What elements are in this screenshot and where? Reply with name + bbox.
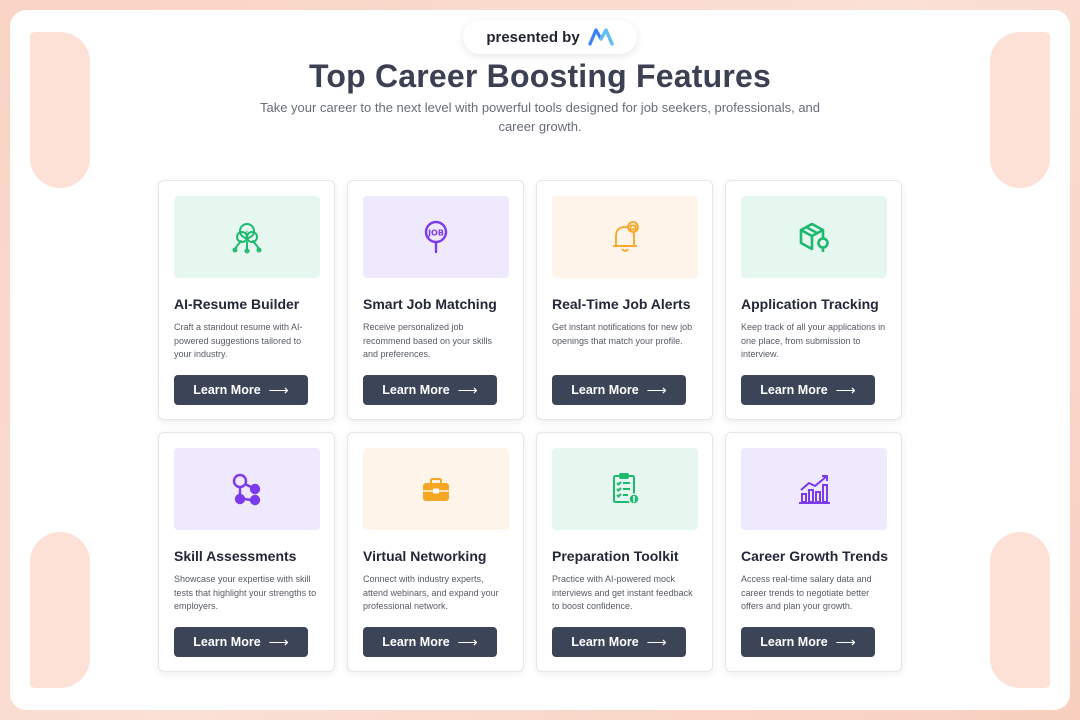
learn-more-button[interactable]: Learn More ⟶	[741, 627, 875, 657]
card-title: Career Growth Trends	[741, 548, 889, 564]
card-description: Craft a standout resume with AI-powered …	[174, 322, 303, 359]
arrow-right-icon: ⟶	[646, 634, 667, 650]
presented-by-label: presented by	[486, 28, 580, 46]
button-label: Learn More	[571, 383, 639, 397]
feature-card-skill-assessments: Skill Assessments Showcase your expertis…	[158, 432, 335, 672]
presented-by-badge[interactable]: presented by	[463, 20, 637, 54]
card-title: Smart Job Matching	[363, 296, 497, 312]
learn-more-button[interactable]: Learn More ⟶	[363, 375, 497, 405]
feature-card-career-growth-trends: Career Growth Trends Access real-time sa…	[725, 432, 902, 672]
decor-blob	[990, 32, 1050, 188]
card-description: Access real-time salary data and career …	[741, 574, 872, 611]
clipboard-checklist-icon	[613, 473, 640, 505]
arrow-right-icon: ⟶	[646, 382, 667, 398]
feature-card-virtual-networking: Virtual Networking Connect with industry…	[347, 432, 524, 672]
arrow-right-icon: ⟶	[268, 634, 289, 650]
card-media	[741, 196, 887, 278]
network-nodes-icon	[232, 473, 261, 506]
card-title: Real-Time Job Alerts	[552, 296, 691, 312]
package-tracking-icon	[799, 222, 829, 252]
card-media	[363, 448, 509, 530]
decor-blob	[990, 532, 1050, 688]
brand-logo-icon	[588, 28, 614, 46]
learn-more-button[interactable]: Learn More ⟶	[552, 627, 686, 657]
card-title: Preparation Toolkit	[552, 548, 679, 564]
card-media	[174, 448, 320, 530]
card-description: Connect with industry experts, attend we…	[363, 574, 499, 611]
svg-text:$: $	[245, 230, 249, 238]
arrow-right-icon: ⟶	[268, 382, 289, 398]
feature-card-ai-resume-builder: $ AI-Resume Builder Craft a standout res…	[158, 180, 335, 420]
card-description: Get instant notifications for new job op…	[552, 322, 693, 346]
arrow-right-icon: ⟶	[835, 634, 856, 650]
briefcase-icon	[423, 478, 449, 501]
card-title: Application Tracking	[741, 296, 879, 312]
learn-more-button[interactable]: Learn More ⟶	[174, 375, 308, 405]
card-title: Skill Assessments	[174, 548, 297, 564]
button-label: Learn More	[760, 635, 828, 649]
card-description: Showcase your expertise with skill tests…	[174, 574, 317, 611]
learn-more-button[interactable]: Learn More ⟶	[363, 627, 497, 657]
learn-more-button[interactable]: Learn More ⟶	[741, 375, 875, 405]
card-title: AI-Resume Builder	[174, 296, 300, 312]
card-media	[552, 196, 698, 278]
card-title: Virtual Networking	[363, 548, 487, 564]
bell-icon	[613, 221, 639, 252]
arrow-right-icon: ⟶	[457, 634, 478, 650]
button-label: Learn More	[382, 383, 450, 397]
page-subtitle: Take your career to the next level with …	[259, 100, 821, 134]
arrow-right-icon: ⟶	[835, 382, 856, 398]
card-description: Keep track of all your applications in o…	[741, 322, 886, 359]
learn-more-button[interactable]: Learn More ⟶	[174, 627, 308, 657]
card-media: JOB	[363, 196, 509, 278]
feature-grid: $ AI-Resume Builder Craft a standout res…	[158, 180, 902, 672]
card-description: Receive personalized job recommend based…	[363, 322, 493, 359]
growth-chart-icon	[799, 475, 830, 504]
card-media: $	[174, 196, 320, 278]
feature-card-application-tracking: Application Tracking Keep track of all y…	[725, 180, 902, 420]
card-description: Practice with AI-powered mock interviews…	[552, 574, 693, 611]
button-label: Learn More	[193, 383, 261, 397]
arrow-right-icon: ⟶	[457, 382, 478, 398]
card-media	[552, 448, 698, 530]
feature-card-preparation-toolkit: Preparation Toolkit Practice with AI-pow…	[536, 432, 713, 672]
feature-card-smart-job-matching: JOB Smart Job Matching Receive personali…	[347, 180, 524, 420]
button-label: Learn More	[571, 635, 639, 649]
job-search-icon: JOB	[424, 220, 448, 254]
decor-blob	[30, 32, 90, 188]
ai-brain-icon: $	[232, 223, 262, 254]
learn-more-button[interactable]: Learn More ⟶	[552, 375, 686, 405]
button-label: Learn More	[382, 635, 450, 649]
page-frame: presented by Top Career Boosting Feature…	[10, 10, 1070, 710]
decor-blob	[30, 532, 90, 688]
feature-card-real-time-job-alerts: Real-Time Job Alerts Get instant notific…	[536, 180, 713, 420]
button-label: Learn More	[760, 383, 828, 397]
card-media	[741, 448, 887, 530]
page-title: Top Career Boosting Features	[309, 58, 771, 94]
button-label: Learn More	[193, 635, 261, 649]
svg-text:JOB: JOB	[427, 229, 444, 238]
